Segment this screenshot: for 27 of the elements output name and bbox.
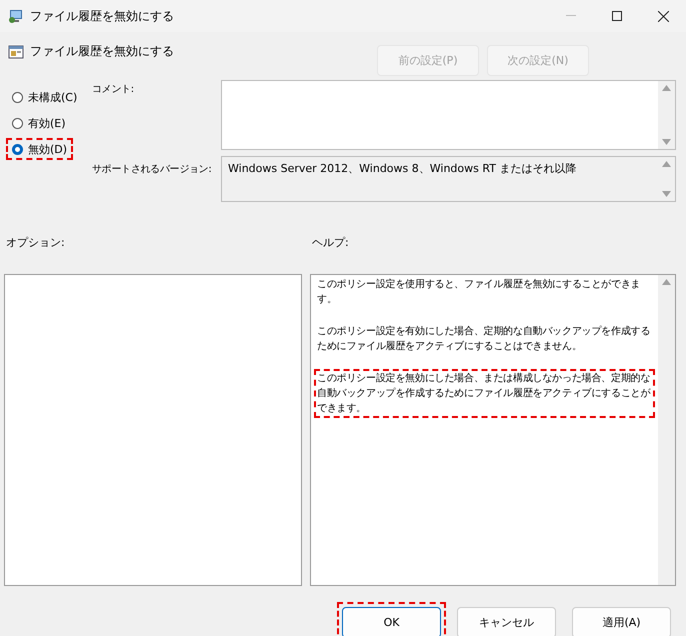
- close-icon[interactable]: [658, 10, 668, 22]
- radio-button[interactable]: 無効(D): [6, 138, 74, 160]
- app-icon: [8, 8, 24, 24]
- section-label: オプション:: [5, 235, 66, 250]
- scroll-down-icon[interactable]: [662, 139, 671, 145]
- field-label: サポートされるバージョン:: [91, 163, 212, 176]
- radio-button[interactable]: 未構成(C): [6, 86, 84, 108]
- field-label: コメント:: [91, 83, 135, 97]
- help-paragraph: このポリシー設定を使用すると、ファイル履歴を無効にすることができます。: [316, 278, 642, 307]
- maximize-icon[interactable]: [612, 11, 622, 21]
- scroll-up-icon[interactable]: [662, 279, 671, 285]
- radio-button[interactable]: 有効(E): [6, 112, 72, 134]
- supported-versions-field: Windows Server 2012、Windows 8、Windows RT またはそれ以降: [221, 156, 676, 202]
- window-title: ファイル履歴を無効にする: [30, 8, 175, 24]
- policy-icon: [8, 44, 24, 60]
- help-paragraph: このポリシー設定を有効にした場合、定期的な自動バックアップを作成するためにファイル履歴をアクティブにすることはできません。: [316, 324, 652, 354]
- scroll-down-icon[interactable]: [662, 191, 671, 197]
- dialog-button[interactable]: 適用(A): [572, 607, 671, 636]
- section-label: ヘルプ:: [312, 235, 349, 250]
- scroll-up-icon[interactable]: [662, 161, 671, 167]
- ok-button[interactable]: OK: [342, 607, 441, 636]
- scroll-up-icon[interactable]: [662, 85, 671, 91]
- help-paragraph: このポリシー設定を無効にした場合、または構成しなかった場合、定期的な自動バックアップを作成するためにファイル履歴をアクティブにすることができます。: [314, 369, 655, 418]
- minimize-icon[interactable]: [566, 15, 576, 17]
- dialog-button[interactable]: キャンセル: [457, 607, 556, 636]
- policy-title: ファイル履歴を無効にする: [30, 43, 174, 60]
- comment-field[interactable]: [221, 80, 676, 150]
